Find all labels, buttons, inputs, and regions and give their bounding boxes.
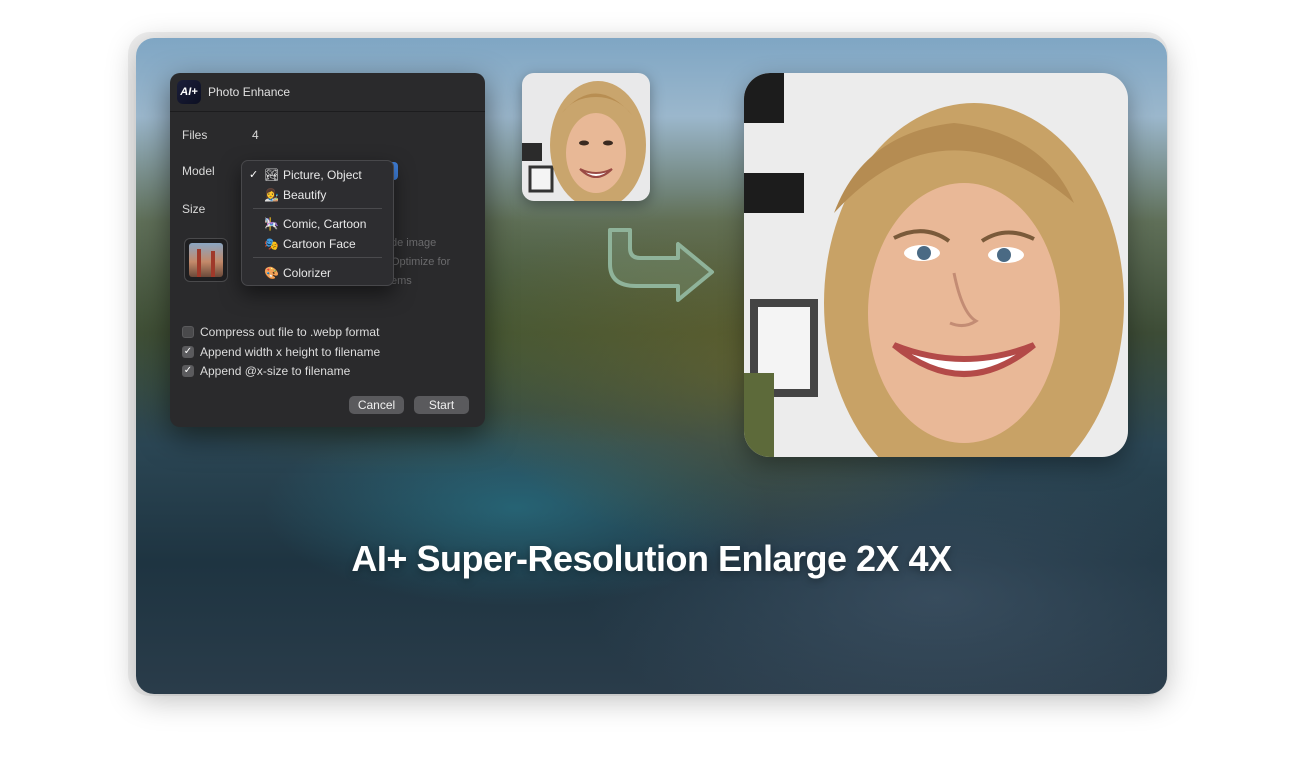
- append-size-label: Append width x height to filename: [200, 345, 381, 359]
- palette-icon: 🎨: [264, 266, 279, 280]
- files-count: 4: [252, 128, 259, 142]
- menu-item-picture-object[interactable]: ✓ 🏞 Picture, Object: [242, 165, 393, 185]
- start-button[interactable]: Start: [414, 396, 469, 414]
- portrait-small-image: [522, 73, 650, 201]
- cancel-button[interactable]: Cancel: [349, 396, 404, 414]
- menu-item-cartoon-face[interactable]: 🎭 Cartoon Face: [242, 234, 393, 254]
- landscape-icon: 🏞: [264, 168, 280, 182]
- beautify-icon: 👩‍🎨: [264, 188, 279, 202]
- obscured-text-3: ems: [391, 275, 412, 287]
- headline: AI+ Super-Resolution Enlarge 2X 4X: [351, 538, 952, 579]
- checkmark-icon: ✓: [249, 169, 259, 181]
- portrait-large-image: [744, 73, 1128, 457]
- obscured-text-2: Optimize for: [391, 256, 451, 268]
- menu-item-label: Cartoon Face: [283, 237, 356, 251]
- menu-item-label: Picture, Object: [283, 168, 362, 182]
- app-logo-icon: AI+: [177, 80, 201, 104]
- menu-item-colorizer[interactable]: 🎨 Colorizer: [242, 263, 393, 283]
- menu-item-label: Comic, Cartoon: [283, 217, 367, 231]
- append-xsize-label: Append @x-size to filename: [200, 364, 351, 378]
- menu-item-comic-cartoon[interactable]: 🎠 Comic, Cartoon: [242, 214, 393, 234]
- comic-icon: 🎠: [264, 217, 279, 231]
- files-label: Files: [182, 128, 208, 142]
- menu-item-beautify[interactable]: 👩‍🎨 Beautify: [242, 185, 393, 205]
- dialog-titlebar: AI+ Photo Enhance: [170, 73, 485, 112]
- size-label: Size: [182, 202, 206, 216]
- model-dropdown-menu: ✓ 🏞 Picture, Object 👩‍🎨 Beautify 🎠 Comic…: [241, 160, 394, 286]
- menu-item-label: Colorizer: [283, 266, 332, 280]
- cartoon-face-icon: 🎭: [264, 237, 279, 251]
- menu-separator: [253, 257, 382, 258]
- original-photo: [522, 73, 650, 201]
- enhanced-photo: [744, 73, 1128, 457]
- webp-option-label: Compress out file to .webp format: [200, 325, 380, 339]
- bridge-photo-thumbnail: [189, 243, 223, 277]
- menu-separator: [253, 208, 382, 209]
- obscured-text-1: de image: [391, 237, 437, 249]
- preview-thumbnail: [184, 238, 228, 282]
- append-xsize-checkbox[interactable]: ✓: [182, 365, 194, 377]
- menu-item-label: Beautify: [283, 188, 327, 202]
- enlarge-arrow-icon: [608, 228, 714, 302]
- webp-checkbox[interactable]: [182, 326, 194, 338]
- model-label: Model: [182, 164, 215, 178]
- dialog-title: Photo Enhance: [208, 85, 291, 99]
- append-size-checkbox[interactable]: ✓: [182, 346, 194, 358]
